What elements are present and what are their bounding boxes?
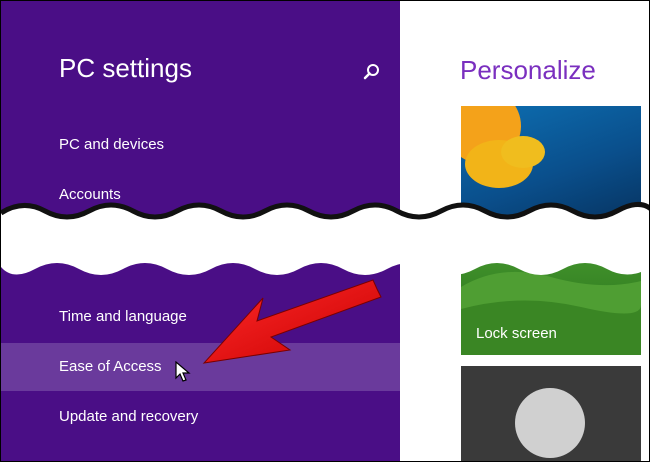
- red-arrow-annotation: [202, 279, 382, 364]
- mouse-cursor-icon: [175, 361, 191, 382]
- screenshot-frame: PC settings PC and devices Accounts Time…: [0, 0, 650, 462]
